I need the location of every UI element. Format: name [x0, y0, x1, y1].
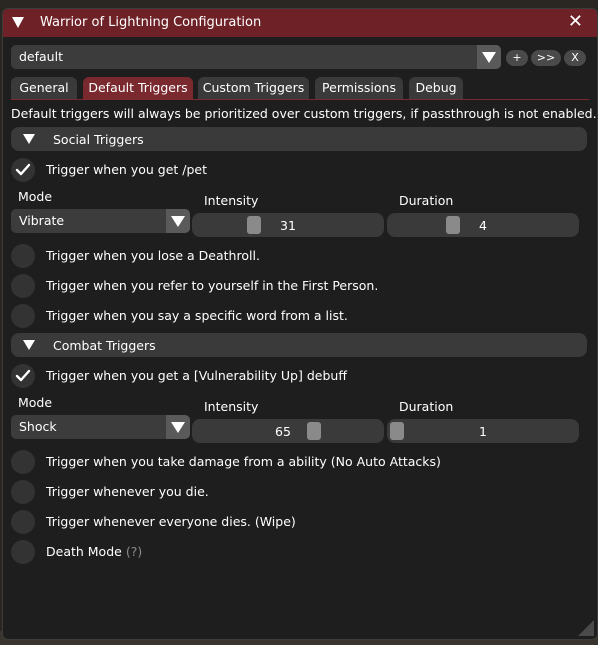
intensity-label: Intensity: [204, 193, 259, 208]
collapse-window-icon[interactable]: [12, 17, 24, 28]
chevron-down-icon: [171, 216, 185, 227]
mode-label: Mode: [18, 395, 53, 410]
slider-value: 4: [479, 218, 487, 233]
checkbox[interactable]: [11, 480, 35, 504]
duration-slider[interactable]: 4: [387, 213, 579, 237]
intensity-slider[interactable]: 31: [192, 213, 384, 237]
mode-select[interactable]: Vibrate: [11, 209, 190, 233]
tab-bar: General Default Triggers Custom Triggers…: [11, 77, 589, 100]
checkbox-label: Trigger when you say a specific word fro…: [46, 308, 348, 323]
tab-permissions[interactable]: Permissions: [315, 77, 403, 99]
section-title: Social Triggers: [53, 132, 144, 147]
profile-select-arrow-button[interactable]: [477, 45, 501, 69]
checkbox[interactable]: [11, 304, 35, 328]
chevron-down-icon: [23, 340, 35, 350]
tab-default-triggers[interactable]: Default Triggers: [83, 77, 193, 99]
checkbox-label: Trigger when you lose a Deathroll.: [46, 248, 260, 263]
tab-general[interactable]: General: [11, 77, 77, 99]
mode-select[interactable]: Shock: [11, 415, 190, 439]
intensity-label: Intensity: [204, 399, 259, 414]
title-bar[interactable]: Warrior of Lightning Configuration ✕: [3, 9, 597, 37]
section-header-social[interactable]: Social Triggers: [11, 127, 587, 151]
profile-select[interactable]: default: [11, 45, 501, 69]
checkbox[interactable]: [11, 274, 35, 298]
mode-select-value: Vibrate: [19, 213, 65, 228]
mode-select-arrow-button[interactable]: [166, 209, 190, 233]
resize-grip[interactable]: [578, 620, 594, 636]
description-text: Default triggers will always be prioriti…: [11, 106, 597, 121]
checkbox[interactable]: [11, 540, 35, 564]
chevron-down-icon: [482, 52, 496, 63]
death-mode-label: Death Mode: [46, 544, 122, 559]
remove-profile-button[interactable]: X: [564, 50, 586, 66]
duration-slider[interactable]: 1: [387, 419, 579, 443]
slider-value: 1: [479, 424, 487, 439]
checkbox[interactable]: [11, 510, 35, 534]
checkbox-label: Trigger when you get a [Vulnerability Up…: [46, 368, 347, 383]
checkbox-label: Trigger when you take damage from a abil…: [46, 454, 441, 469]
checkmark-icon: [15, 163, 31, 176]
intensity-slider[interactable]: 65: [192, 419, 384, 443]
section-header-combat[interactable]: Combat Triggers: [11, 333, 587, 357]
add-profile-button[interactable]: +: [506, 50, 528, 66]
checkbox-label: Trigger when you get /pet: [46, 162, 207, 177]
checkbox[interactable]: [11, 364, 35, 388]
config-window: Warrior of Lightning Configuration ✕ def…: [2, 8, 598, 640]
tab-custom-triggers[interactable]: Custom Triggers: [198, 77, 309, 99]
profile-row: default + >> X: [11, 45, 591, 69]
chevron-down-icon: [23, 134, 35, 144]
checkbox[interactable]: [11, 244, 35, 268]
close-button[interactable]: ✕: [568, 13, 583, 31]
checkbox[interactable]: [11, 450, 35, 474]
duration-label: Duration: [399, 193, 454, 208]
help-marker[interactable]: (?): [126, 544, 142, 559]
duration-label: Duration: [399, 399, 454, 414]
checkbox-label: Trigger whenever everyone dies. (Wipe): [46, 514, 296, 529]
slider-value: 65: [275, 424, 291, 439]
checkmark-icon: [15, 369, 31, 382]
mode-select-value: Shock: [19, 419, 57, 434]
checkbox-label: Trigger whenever you die.: [46, 484, 209, 499]
window-title: Warrior of Lightning Configuration: [40, 15, 262, 30]
section-title: Combat Triggers: [53, 338, 156, 353]
profile-select-value: default: [19, 49, 63, 64]
checkbox[interactable]: [11, 158, 35, 182]
checkbox-label: Trigger when you refer to yourself in th…: [46, 278, 379, 293]
tab-debug[interactable]: Debug: [409, 77, 463, 99]
slider-value: 31: [280, 218, 296, 233]
checkbox-label: Death Mode (?): [46, 544, 142, 559]
mode-label: Mode: [18, 189, 53, 204]
next-profile-button[interactable]: >>: [531, 50, 561, 66]
